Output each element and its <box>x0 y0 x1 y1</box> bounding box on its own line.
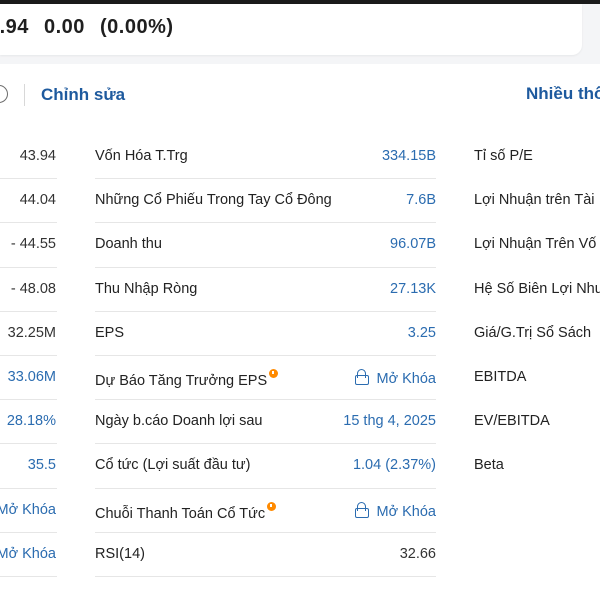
stat-row: Mở Khóa <box>0 533 57 577</box>
price-change: 0.00 <box>44 16 85 38</box>
stat-label: Cổ tức (Lợi suất đầu tư) <box>95 457 251 474</box>
stat-value-link[interactable]: 15 thg 4, 2025 <box>343 413 436 429</box>
stat-value: 44.04 <box>19 192 56 209</box>
stat-label: Thu Nhập Ròng <box>95 280 198 297</box>
stat-value-link[interactable]: 33.06M <box>8 369 56 385</box>
more-info-link[interactable]: Nhiều thô <box>526 84 600 104</box>
stat-label: EV/EBITDA <box>474 413 550 430</box>
stat-row-rsi: RSI(14) 32.66 <box>95 533 436 577</box>
stat-row-dividend: Cổ tức (Lợi suất đầu tư) 1.04 (2.37%) <box>95 444 436 489</box>
unlock-label: Mở Khóa <box>376 370 436 387</box>
stat-label: Hệ Số Biên Lợi Nhu <box>474 280 600 297</box>
key-statistics-panel: Chỉnh sửa Nhiều thô 43.94 44.04 - 44.55 … <box>0 64 600 600</box>
stat-row-ev-ebitda: EV/EBITDA <box>474 400 600 444</box>
stat-value-link[interactable]: 3.25 <box>408 325 436 341</box>
premium-icon <box>267 501 277 511</box>
stat-label-text: Dự Báo Tăng Trưởng EPS <box>95 372 268 389</box>
stat-label: Lợi Nhuận Trên Vố <box>474 236 597 253</box>
stat-row-net-income: Thu Nhập Ròng 27.13K <box>95 268 436 312</box>
unlock-link[interactable]: Mở Khóa <box>0 502 56 518</box>
price-quote: 3.94 0.00 (0.00%) <box>0 16 183 39</box>
stat-value: 43.94 <box>19 148 56 164</box>
price-header: 3.94 0.00 (0.00%) <box>0 4 582 55</box>
stat-value: - 48.08 <box>10 280 56 297</box>
page: 3.94 0.00 (0.00%) Chỉnh sửa Nhiều thô 43… <box>0 4 600 600</box>
stat-row-market-cap: Vốn Hóa T.Trg 334.15B <box>95 135 436 180</box>
unlock-label: Mở Khóa <box>376 503 436 520</box>
stat-row-price-to-book: Giá/G.Trị Sổ Sách <box>474 312 600 356</box>
stat-label: EBITDA <box>474 368 527 385</box>
stat-value: - 44.55 <box>10 236 56 253</box>
stat-row: Mở Khóa <box>0 489 57 533</box>
stat-row: 32.25M <box>0 312 57 356</box>
stat-row-eps: EPS 3.25 <box>95 312 436 356</box>
stat-value-link[interactable]: 27.13K <box>390 281 436 297</box>
stat-row: 43.94 <box>0 135 57 180</box>
stat-label: Dự Báo Tăng Trưởng EPS <box>95 368 279 389</box>
info-icon[interactable] <box>0 85 8 103</box>
stat-row-revenue: Doanh thu 96.07B <box>95 223 436 268</box>
stat-value-link[interactable]: 334.15B <box>382 148 436 164</box>
last-price: 3.94 <box>0 16 29 38</box>
price-change-percent: (0.00%) <box>100 16 174 38</box>
stat-value: 32.66 <box>399 545 436 562</box>
stat-row-pe-ratio: Tỉ số P/E <box>474 135 600 179</box>
stat-label: RSI(14) <box>95 545 145 562</box>
stat-row-next-earnings-date: Ngày b.cáo Doanh lợi sau 15 thg 4, 2025 <box>95 400 436 445</box>
stat-label: EPS <box>95 324 125 341</box>
lock-icon <box>354 501 369 518</box>
stat-row-eps-growth-forecast: Dự Báo Tăng Trưởng EPS Mở Khóa <box>95 356 436 401</box>
stat-label: Vốn Hóa T.Trg <box>95 148 188 164</box>
stat-label: Tỉ số P/E <box>474 148 533 164</box>
stat-row: 44.04 <box>0 179 57 224</box>
unlock-button[interactable]: Mở Khóa <box>354 501 436 520</box>
stat-value-link[interactable]: 1.04 (2.37%) <box>353 457 436 473</box>
stat-row-shares-outstanding: Những Cổ Phiếu Trong Tay Cổ Đông 7.6B <box>95 179 436 224</box>
stat-label: Lợi Nhuận trên Tài <box>474 192 595 209</box>
edit-button[interactable]: Chỉnh sửa <box>41 85 125 105</box>
stat-label: Doanh thu <box>95 236 162 253</box>
unlock-button[interactable]: Mở Khóa <box>354 368 436 387</box>
stat-row-dividend-streak: Chuỗi Thanh Toán Cổ Tức Mở Khóa <box>95 489 436 533</box>
unlock-link[interactable]: Mở Khóa <box>0 546 56 562</box>
stat-label: Những Cổ Phiếu Trong Tay Cổ Đông <box>95 192 332 209</box>
stat-row: - 48.08 <box>0 268 57 312</box>
premium-icon <box>269 368 279 378</box>
stat-row-ebitda: EBITDA <box>474 356 600 400</box>
stat-value-link[interactable]: 7.6B <box>406 192 436 208</box>
stat-value-link[interactable]: 96.07B <box>390 236 436 252</box>
stat-label: Ngày b.cáo Doanh lợi sau <box>95 413 263 430</box>
stat-value-link[interactable]: 28.18% <box>7 413 56 429</box>
middle-stats-column: Vốn Hóa T.Trg 334.15B Những Cổ Phiếu Tro… <box>95 135 436 577</box>
left-stats-column: 43.94 44.04 - 44.55 - 48.08 32.25M 33.06… <box>0 135 57 577</box>
lock-icon <box>354 368 369 385</box>
stat-value: 32.25M <box>7 324 56 341</box>
stat-row-roe: Lợi Nhuận Trên Vố <box>474 223 600 267</box>
stat-row-roa: Lợi Nhuận trên Tài <box>474 179 600 223</box>
right-stats-column: Tỉ số P/E Lợi Nhuận trên Tài Lợi Nhuận T… <box>474 135 600 489</box>
toolbar-divider <box>24 84 25 106</box>
stat-row-beta: Beta <box>474 444 600 488</box>
stat-row-profit-margin: Hệ Số Biên Lợi Nhu <box>474 268 600 312</box>
stat-label: Chuỗi Thanh Toán Cổ Tức <box>95 501 277 522</box>
stat-label: Beta <box>474 457 504 474</box>
stat-row: 35.5 <box>0 444 57 489</box>
stat-row: 33.06M <box>0 356 57 401</box>
stat-row: - 44.55 <box>0 223 57 268</box>
stat-row: 28.18% <box>0 400 57 445</box>
stat-value-link[interactable]: 35.5 <box>28 457 56 473</box>
stat-label: Giá/G.Trị Sổ Sách <box>474 324 592 341</box>
stat-label-text: Chuỗi Thanh Toán Cổ Tức <box>95 505 266 522</box>
